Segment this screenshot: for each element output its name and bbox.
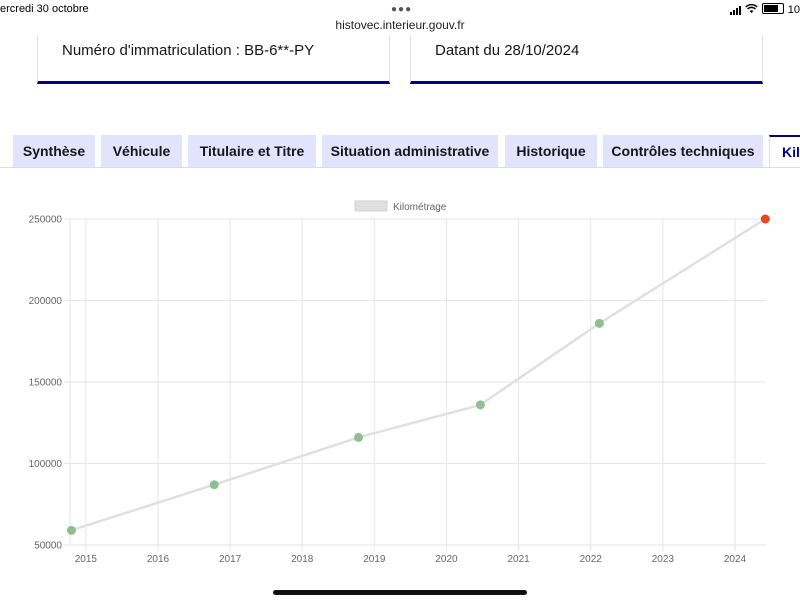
x-tick-label: 2019 — [363, 554, 386, 565]
battery-icon — [761, 3, 784, 17]
tab-titulaire-et-titre[interactable]: Titulaire et Titre — [188, 135, 316, 167]
data-point[interactable] — [353, 432, 363, 442]
data-point[interactable] — [66, 525, 76, 535]
tab-historique[interactable]: Historique — [505, 135, 597, 167]
tab-bar: Synthèse Véhicule Titulaire et Titre Sit… — [0, 135, 800, 168]
status-date: ercredi 30 octobre — [0, 3, 89, 15]
x-tick-label: 2017 — [219, 554, 242, 565]
y-tick-label: 200000 — [29, 296, 63, 307]
status-bar: ercredi 30 octobre ●●● histovec.interieu… — [0, 0, 800, 36]
tab-kilometrage[interactable]: Kil — [769, 135, 800, 168]
x-tick-label: 2018 — [291, 554, 314, 565]
immatriculation-card: Numéro d'immatriculation : BB-6**-PY — [37, 36, 390, 84]
series-line-kilometrage — [71, 217, 766, 532]
signal-icon — [729, 5, 741, 15]
data-point[interactable] — [760, 214, 770, 224]
x-tick-label: 2015 — [75, 554, 98, 565]
status-time: 10 — [787, 4, 800, 16]
tab-synthese[interactable]: Synthèse — [13, 135, 95, 167]
tab-vehicule[interactable]: Véhicule — [101, 135, 182, 167]
mileage-chart: 250000 200000 150000 100000 50000 2015 2016 201… — [29, 200, 770, 566]
more-dots-icon[interactable]: ●●● — [391, 4, 412, 15]
chart-grid — [64, 218, 766, 551]
chart-legend: Kilométrage — [354, 200, 447, 213]
y-tick-label: 150000 — [29, 378, 63, 389]
immatriculation-text: Numéro d'immatriculation : BB-6**-PY — [62, 42, 315, 59]
x-tick-label: 2016 — [147, 554, 170, 565]
y-tick-label: 250000 — [29, 215, 63, 226]
date-card: Datant du 28/10/2024 — [410, 36, 763, 84]
x-tick-label: 2022 — [580, 554, 603, 565]
data-point[interactable] — [475, 400, 485, 410]
legend-label[interactable]: Kilométrage — [393, 202, 447, 213]
home-indicator[interactable] — [273, 590, 527, 595]
x-tick-label: 2020 — [435, 554, 458, 565]
data-point[interactable] — [594, 318, 604, 328]
legend-swatch[interactable] — [354, 200, 388, 212]
tab-situation-administrative[interactable]: Situation administrative — [322, 135, 498, 167]
chart-series — [66, 214, 770, 535]
x-tick-label: 2024 — [724, 554, 747, 565]
date-text: Datant du 28/10/2024 — [435, 42, 580, 59]
tab-controles-techniques[interactable]: Contrôles techniques — [603, 135, 763, 167]
chart-axis-labels: 250000 200000 150000 100000 50000 2015 2016 201… — [29, 215, 747, 566]
x-tick-label: 2021 — [507, 554, 530, 565]
data-point[interactable] — [209, 480, 219, 490]
y-tick-label: 100000 — [29, 459, 63, 470]
y-tick-label: 50000 — [34, 541, 62, 552]
address-bar-url[interactable]: histovec.interieur.gouv.fr — [0, 18, 800, 32]
x-tick-label: 2023 — [652, 554, 675, 565]
status-indicators: 10 — [729, 3, 800, 17]
wifi-icon — [745, 3, 758, 17]
